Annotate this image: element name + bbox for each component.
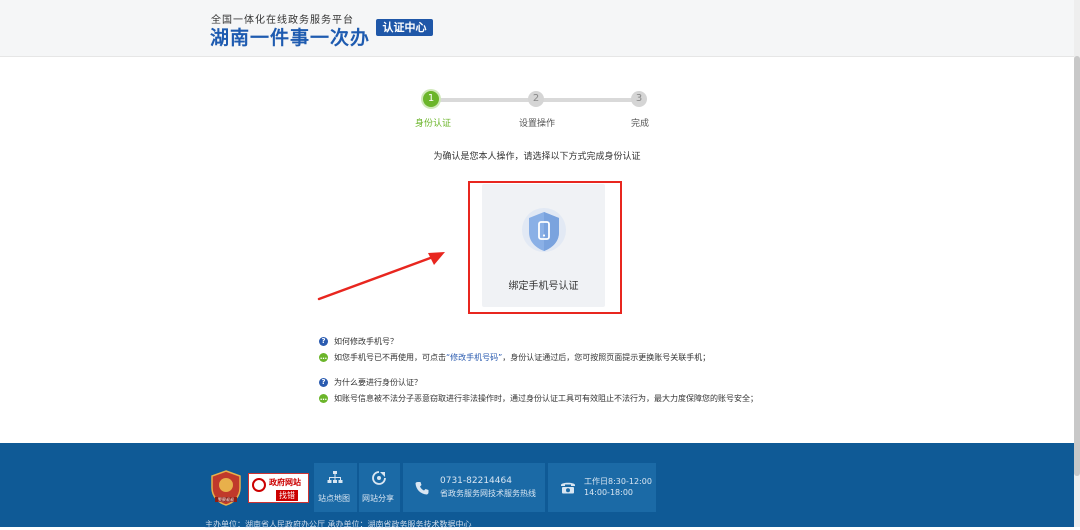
faq-answer-2-text: 如账号信息被不法分子恶意窃取进行非法操作时，通过身份认证工具可有效阻止不法行为，… xyxy=(334,394,758,403)
modify-phone-link[interactable]: “修改手机号码” xyxy=(446,353,502,362)
footer-organizer-text: 主办单位：湖南省人民政府办公厅 承办单位：湖南省政务服务技术数据中心 xyxy=(205,520,472,529)
working-hours-box: 工作日8:30-12:00 14:00-18:00 xyxy=(548,463,656,512)
section-badge: 认证中心 xyxy=(376,19,433,36)
step-connector-2 xyxy=(541,98,635,102)
step-3-label: 完成 xyxy=(631,119,650,129)
step-1-indicator: 1 xyxy=(423,91,439,107)
faq-answer-1: … 如您手机号已不再使用，可点击“修改手机号码”，身份认证通过后，您可按照页面提示… xyxy=(319,352,710,363)
phone-shield-icon xyxy=(522,208,566,252)
working-hours-morning: 工作日8:30-12:00 xyxy=(584,477,652,486)
faq-question-2: ? 为什么要进行身份认证？ xyxy=(319,377,422,388)
faq-answer-2: … 如账号信息被不法分子恶意窃取进行非法操作时，通过身份认证工具可有效阻止不法行为… xyxy=(319,393,758,404)
magnifier-icon xyxy=(252,478,266,492)
bind-phone-auth-option[interactable]: 绑定手机号认证 xyxy=(482,184,605,307)
faq-question-1: ? 如何修改手机号？ xyxy=(319,336,398,347)
step-3-indicator: 3 xyxy=(631,91,647,107)
police-badge-icon[interactable]: 警察叔叔 xyxy=(211,470,241,506)
share-icon xyxy=(372,471,386,485)
faq-answer-1-before: 如您手机号已不再使用，可点击 xyxy=(334,353,446,362)
police-badge-text: 警察叔叔 xyxy=(218,496,234,502)
step-1-label: 身份认证 xyxy=(415,119,452,129)
telephone-icon xyxy=(561,482,575,494)
answer-icon: … xyxy=(319,394,328,403)
gov-badge-subtitle: 找错 xyxy=(276,490,298,501)
sitemap-label: 站点地图 xyxy=(318,494,350,503)
question-icon: ? xyxy=(319,378,328,387)
faq-answer-1-after: ，身份认证通过后，您可按照页面提示更换账号关联手机； xyxy=(502,353,711,362)
answer-icon: … xyxy=(319,353,328,362)
sitemap-icon xyxy=(327,471,343,483)
step-2-label: 设置操作 xyxy=(519,119,556,129)
tech-hotline-box: 0731-82214464 省政务服务网技术服务热线 xyxy=(403,463,545,512)
gov-site-error-report-badge[interactable]: 政府网站 找错 xyxy=(248,473,309,503)
share-label: 网站分享 xyxy=(362,494,394,503)
bind-phone-auth-label: 绑定手机号认证 xyxy=(508,281,579,292)
hotline-description: 省政务服务网技术服务热线 xyxy=(440,489,536,498)
phone-icon xyxy=(415,482,429,495)
page-scrollbar[interactable] xyxy=(1074,0,1080,527)
question-icon: ? xyxy=(319,337,328,346)
share-button[interactable]: 网站分享 xyxy=(359,463,400,512)
annotation-arrow-icon xyxy=(317,252,445,301)
working-hours-afternoon: 14:00-18:00 xyxy=(584,488,633,497)
faq-question-2-text: 为什么要进行身份认证？ xyxy=(334,378,422,387)
gov-badge-title: 政府网站 xyxy=(269,478,301,487)
faq-question-1-text: 如何修改手机号？ xyxy=(334,337,398,346)
sitemap-button[interactable]: 站点地图 xyxy=(314,463,357,512)
site-header: 全国一体化在线政务服务平台 湖南一件事一次办 认证中心 xyxy=(0,0,1080,57)
step-2-indicator: 2 xyxy=(528,91,544,107)
platform-logo-title[interactable]: 湖南一件事一次办 xyxy=(210,23,370,50)
instruction-text: 为确认是您本人操作，请选择以下方式完成身份认证 xyxy=(433,152,641,162)
step-connector-1 xyxy=(437,98,531,102)
scrollbar-thumb[interactable] xyxy=(1074,56,1080,476)
hotline-number: 0731-82214464 xyxy=(440,476,512,486)
